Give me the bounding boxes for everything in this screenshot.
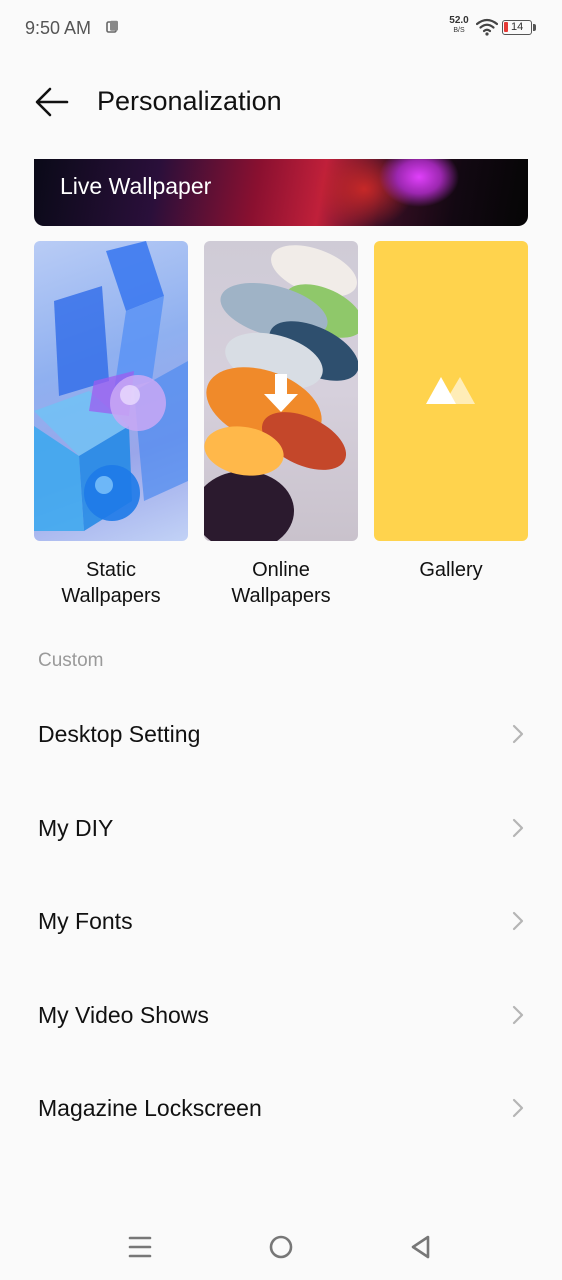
static-wallpapers-label-line1: Static — [85, 559, 137, 581]
home-circle-icon — [269, 1235, 293, 1259]
gallery-tile[interactable] — [374, 241, 528, 541]
online-wallpapers-label: Online Wallpapers — [204, 557, 358, 609]
static-wallpapers-label: Static Wallpapers — [34, 557, 188, 609]
chevron-right-icon — [512, 1005, 524, 1025]
my-fonts-item[interactable]: My Fonts — [0, 881, 562, 961]
my-fonts-label: My Fonts — [38, 908, 133, 934]
live-wallpaper-label: Live Wallpaper — [60, 173, 212, 199]
online-wallpapers-label-line2: Wallpapers — [231, 585, 331, 607]
status-bar: 9:50 AM 52.0 B/S 14 — [0, 0, 562, 58]
mountain-image-icon — [426, 377, 475, 404]
recents-button[interactable] — [120, 1227, 160, 1267]
network-speed: 52.0 B/S — [446, 16, 472, 36]
chevron-right-icon — [512, 818, 524, 838]
battery-tip — [533, 24, 536, 31]
gallery-label-line1: Gallery — [419, 559, 483, 581]
my-video-shows-item[interactable]: My Video Shows — [0, 975, 562, 1055]
my-diy-item[interactable]: My DIY — [0, 788, 562, 868]
battery-level: 14 — [511, 21, 524, 33]
back-nav-button[interactable] — [401, 1227, 441, 1267]
app-bar: Personalization — [0, 60, 562, 142]
menu-icon — [128, 1236, 152, 1258]
static-wallpaper-preview — [34, 241, 188, 531]
chevron-right-icon — [512, 724, 524, 744]
battery-level-fill — [504, 22, 508, 32]
gallery-label: Gallery — [374, 557, 528, 583]
live-wallpaper-banner[interactable]: Live Wallpaper — [34, 159, 528, 226]
desktop-setting-item[interactable]: Desktop Setting — [0, 694, 562, 774]
my-diy-label: My DIY — [38, 815, 114, 841]
chevron-right-icon — [512, 911, 524, 931]
online-wallpapers-label-line1: Online — [252, 559, 310, 581]
page-title: Personalization — [97, 86, 282, 116]
home-button[interactable] — [261, 1227, 301, 1267]
back-button[interactable] — [30, 82, 76, 122]
online-wallpapers-tile[interactable] — [204, 241, 358, 541]
static-wallpapers-label-line2: Wallpapers — [61, 585, 161, 607]
magazine-lockscreen-label: Magazine Lockscreen — [38, 1095, 262, 1121]
wifi-icon — [476, 18, 498, 36]
magazine-lockscreen-item[interactable]: Magazine Lockscreen — [0, 1068, 562, 1148]
notification-icon — [106, 20, 118, 33]
arrow-left-icon — [35, 87, 69, 117]
network-speed-unit: B/S — [453, 27, 465, 34]
desktop-setting-label: Desktop Setting — [38, 721, 201, 747]
chevron-right-icon — [512, 1098, 524, 1118]
back-triangle-icon — [411, 1235, 430, 1259]
system-nav-bar — [0, 1215, 562, 1280]
status-time: 9:50 AM — [25, 18, 92, 38]
my-video-shows-label: My Video Shows — [38, 1002, 209, 1028]
network-speed-value: 52.0 — [449, 15, 469, 26]
download-arrow-icon — [264, 374, 298, 412]
battery-icon: 14 — [502, 20, 532, 35]
custom-section-header: Custom — [38, 650, 104, 671]
static-wallpapers-tile[interactable] — [34, 241, 188, 541]
